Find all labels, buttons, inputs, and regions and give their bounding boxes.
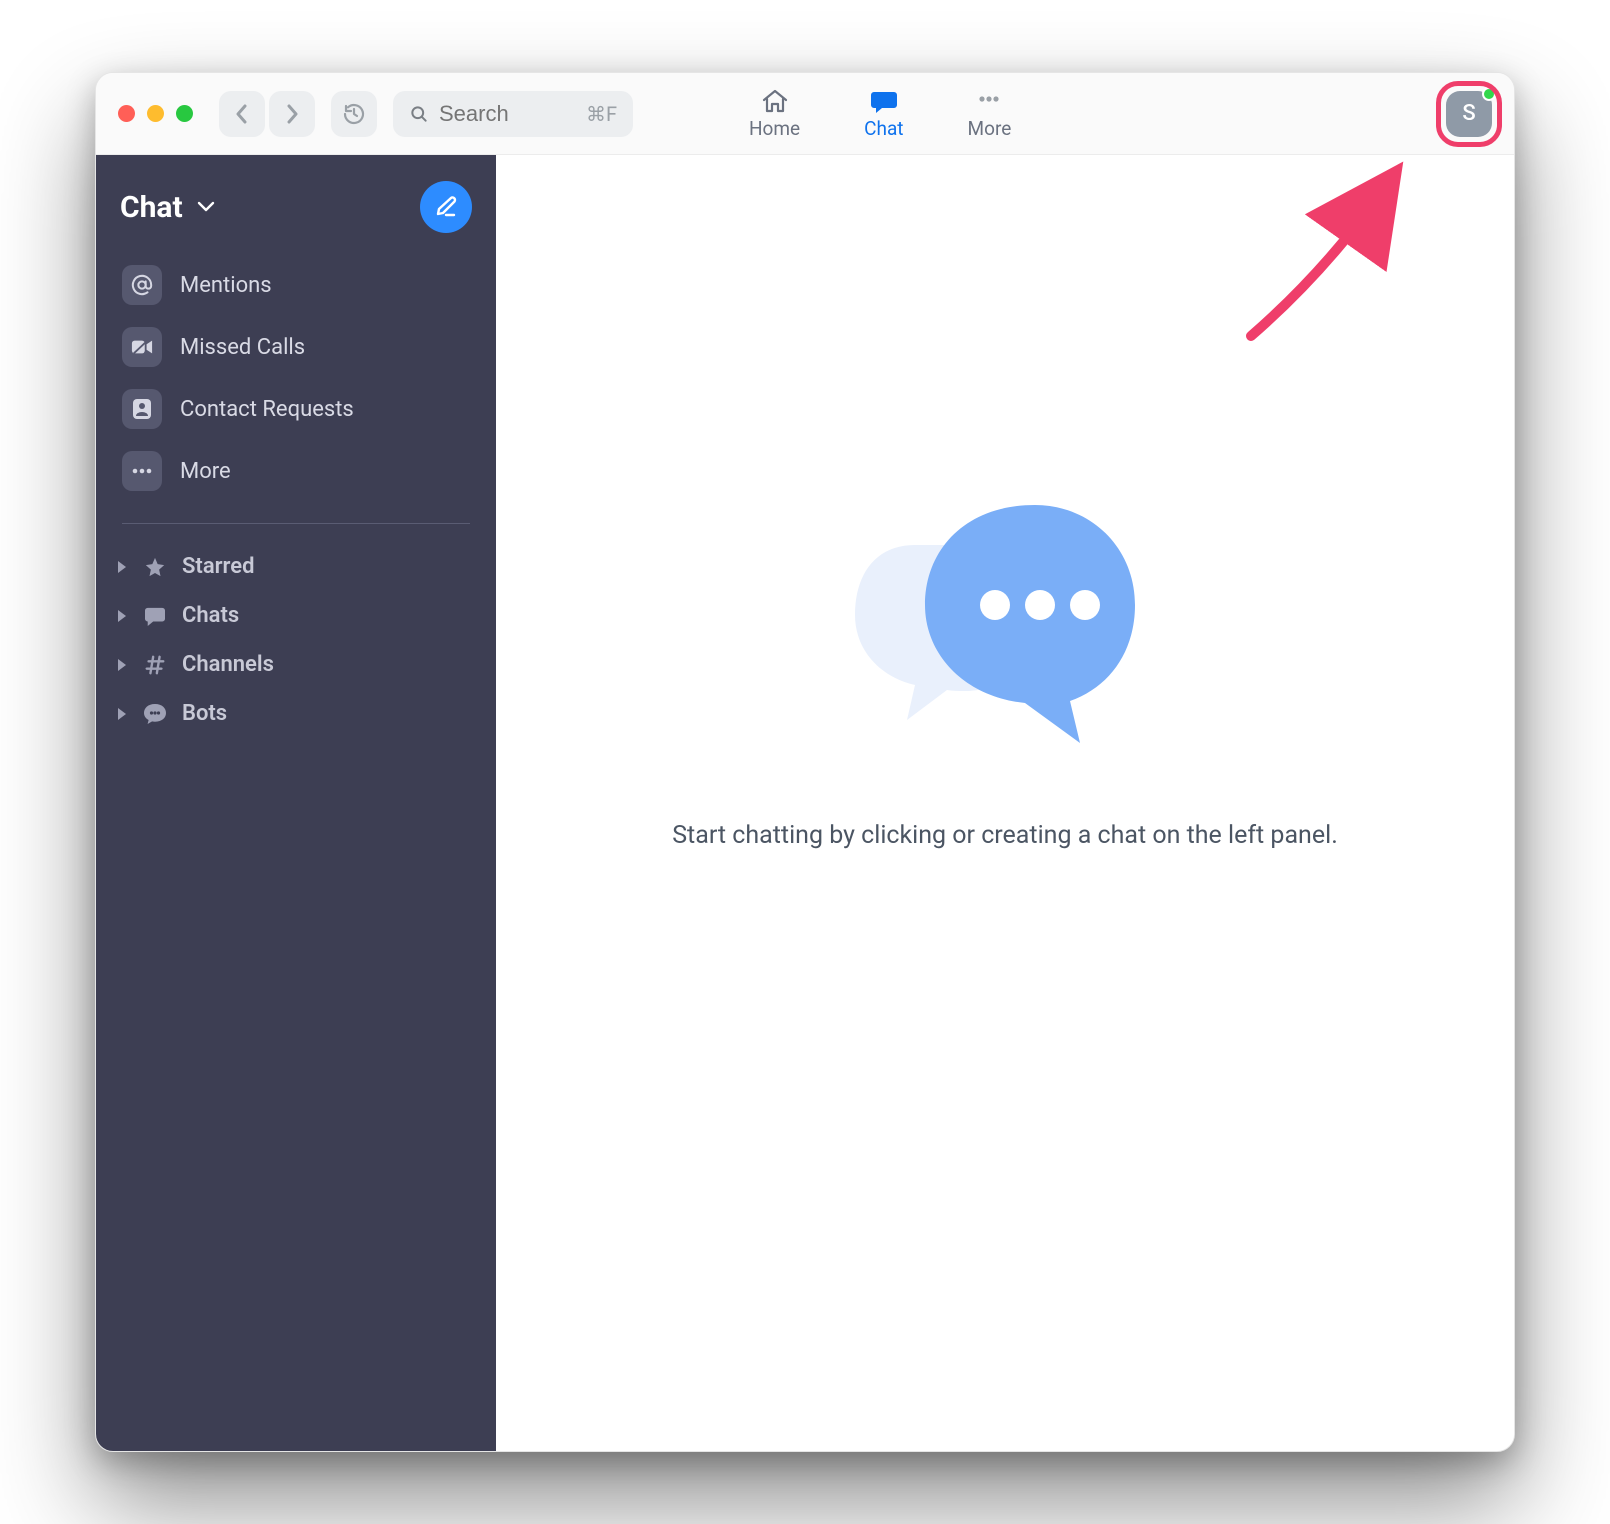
- sidebar-item-mentions[interactable]: Mentions: [110, 255, 482, 315]
- sidebar-item-label: Mentions: [180, 273, 272, 298]
- tab-more-label: More: [968, 117, 1012, 140]
- main-panel: Start chatting by clicking or creating a…: [496, 155, 1514, 1451]
- ellipsis-icon: [974, 88, 1004, 114]
- tab-chat[interactable]: Chat: [864, 73, 903, 154]
- section-chats[interactable]: Chats: [110, 593, 482, 638]
- tab-chat-label: Chat: [864, 117, 903, 140]
- caret-right-icon: [118, 708, 126, 720]
- empty-state-text: Start chatting by clicking or creating a…: [672, 821, 1338, 850]
- compose-button[interactable]: [420, 181, 472, 233]
- section-starred[interactable]: Starred: [110, 544, 482, 589]
- titlebar: ⌘F Home Chat More S: [96, 73, 1514, 155]
- search-input[interactable]: [439, 101, 576, 127]
- sidebar-title-dropdown[interactable]: Chat: [120, 190, 215, 225]
- section-label: Chats: [182, 603, 239, 628]
- star-icon: [142, 556, 168, 578]
- caret-right-icon: [118, 610, 126, 622]
- section-bots[interactable]: Bots: [110, 691, 482, 736]
- minimize-window-button[interactable]: [147, 105, 164, 122]
- sidebar-title: Chat: [120, 190, 183, 225]
- sidebar: Chat Mentions Misse: [96, 155, 496, 1451]
- profile-avatar-wrapper: S: [1446, 91, 1492, 137]
- sidebar-sections: Starred Chats Channels: [110, 534, 482, 736]
- history-icon: [342, 102, 366, 126]
- caret-right-icon: [118, 561, 126, 573]
- search-icon: [409, 104, 429, 124]
- sidebar-divider: [122, 523, 470, 524]
- presence-indicator: [1482, 87, 1496, 101]
- bot-speech-icon: [142, 703, 168, 725]
- home-icon: [760, 88, 790, 114]
- tab-home[interactable]: Home: [749, 73, 800, 154]
- app-body: Chat Mentions Misse: [96, 155, 1514, 1451]
- window-controls: [118, 105, 193, 122]
- forward-button[interactable]: [269, 91, 315, 137]
- ellipsis-icon: [122, 451, 162, 491]
- caret-right-icon: [118, 659, 126, 671]
- sidebar-nav-list: Mentions Missed Calls Contact Requests: [110, 251, 482, 505]
- chevron-left-icon: [234, 104, 250, 124]
- section-label: Channels: [182, 652, 274, 677]
- empty-chat-illustration: [845, 475, 1165, 769]
- hash-icon: [142, 654, 168, 676]
- sidebar-item-label: Contact Requests: [180, 397, 354, 422]
- section-channels[interactable]: Channels: [110, 642, 482, 687]
- history-button[interactable]: [331, 91, 377, 137]
- sidebar-item-missed-calls[interactable]: Missed Calls: [110, 317, 482, 377]
- app-window: ⌘F Home Chat More S: [95, 72, 1515, 1452]
- top-nav: Home Chat More: [749, 73, 1011, 154]
- chevron-down-icon: [197, 201, 215, 213]
- chat-bubble-icon: [869, 88, 899, 114]
- avatar-initial: S: [1462, 101, 1475, 126]
- chevron-right-icon: [284, 104, 300, 124]
- sidebar-item-label: Missed Calls: [180, 335, 305, 360]
- profile-avatar[interactable]: S: [1446, 91, 1492, 137]
- section-label: Starred: [182, 554, 255, 579]
- sidebar-header: Chat: [110, 173, 482, 251]
- search-shortcut: ⌘F: [586, 102, 617, 126]
- contact-icon: [122, 389, 162, 429]
- at-icon: [122, 265, 162, 305]
- zoom-window-button[interactable]: [176, 105, 193, 122]
- video-off-icon: [122, 327, 162, 367]
- sidebar-item-label: More: [180, 459, 231, 484]
- sidebar-item-more[interactable]: More: [110, 441, 482, 501]
- tab-more[interactable]: More: [968, 73, 1012, 154]
- compose-icon: [434, 195, 458, 219]
- back-button[interactable]: [219, 91, 265, 137]
- close-window-button[interactable]: [118, 105, 135, 122]
- speech-icon: [142, 606, 168, 626]
- section-label: Bots: [182, 701, 227, 726]
- sidebar-item-contact-requests[interactable]: Contact Requests: [110, 379, 482, 439]
- tab-home-label: Home: [749, 117, 800, 140]
- search-field[interactable]: ⌘F: [393, 91, 633, 137]
